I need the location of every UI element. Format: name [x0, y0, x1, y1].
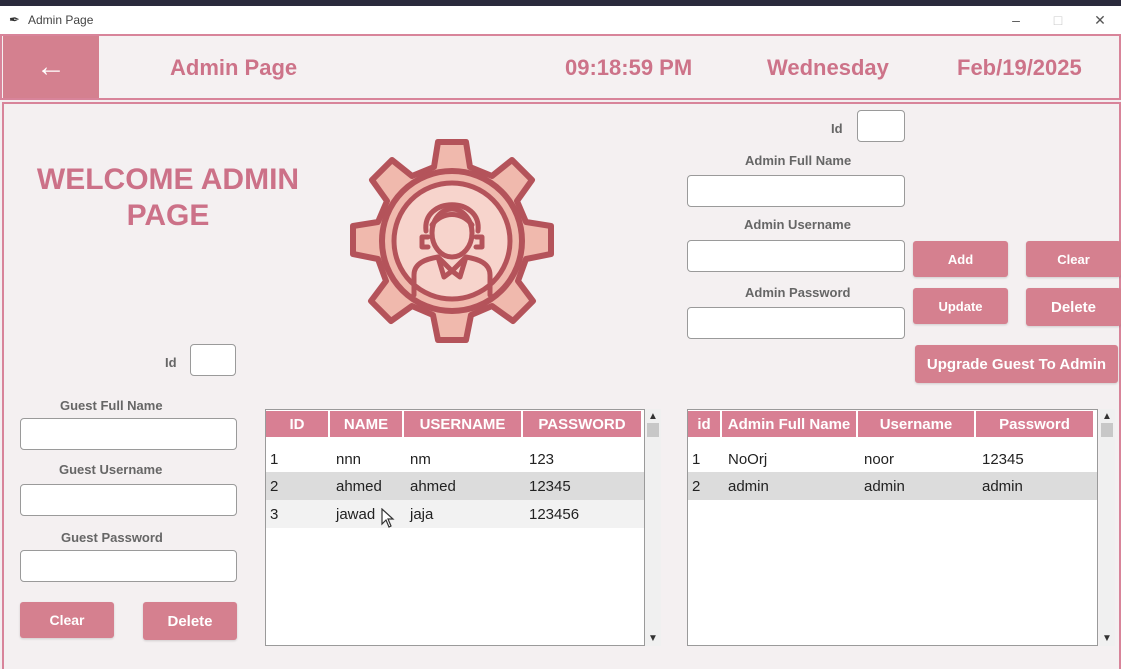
guest-delete-button[interactable]: Delete: [143, 602, 237, 640]
admin-id-input[interactable]: [857, 110, 905, 142]
cell: NoOrj: [728, 450, 768, 468]
guest-clear-button[interactable]: Clear: [20, 602, 114, 638]
guest-col-username[interactable]: USERNAME: [404, 411, 523, 437]
table-row[interactable]: 1 nnn nm 123: [266, 445, 644, 473]
guest-password-input[interactable]: [20, 550, 237, 582]
cell: admin: [728, 477, 769, 495]
admin-password-label: Admin Password: [745, 285, 851, 300]
scroll-up-icon[interactable]: ▲: [1102, 411, 1112, 422]
guest-full-name-label: Guest Full Name: [60, 398, 163, 413]
admin-table-scrollbar[interactable]: ▲ ▼: [1099, 409, 1115, 646]
admin-col-password[interactable]: Password: [976, 411, 1093, 437]
watermark-url: mostaql.com: [488, 592, 602, 614]
admin-username-label: Admin Username: [744, 217, 851, 232]
cell: 123: [529, 450, 555, 468]
table-row[interactable]: 1 NoOrj noor 12345: [688, 445, 1097, 473]
scroll-thumb[interactable]: [647, 423, 659, 437]
table-row[interactable]: 3 jawad jaja 123456: [266, 500, 644, 528]
feather-icon: ✒: [9, 12, 20, 27]
guest-col-id[interactable]: ID: [266, 411, 330, 437]
welcome-line-2: PAGE: [126, 199, 210, 232]
admin-table-header: id Admin Full Name Username Password: [688, 410, 1093, 438]
welcome-line-1: WELCOME ADMIN: [36, 163, 300, 196]
cell: 1: [270, 450, 279, 468]
scroll-thumb[interactable]: [1101, 423, 1113, 437]
cell: nm: [410, 450, 431, 468]
cell: 2: [270, 477, 279, 495]
back-button[interactable]: ←: [3, 36, 99, 98]
scroll-up-icon[interactable]: ▲: [648, 411, 658, 422]
admin-full-name-input[interactable]: [687, 175, 905, 207]
page-title: Admin Page: [170, 55, 298, 80]
admin-delete-button[interactable]: Delete: [1026, 288, 1121, 326]
admin-col-username[interactable]: Username: [858, 411, 976, 437]
admin-col-id[interactable]: id: [688, 411, 722, 437]
scroll-down-icon[interactable]: ▼: [1102, 633, 1112, 644]
header-bar: ← Admin Page 09:18:59 PM Wednesday Feb/1…: [0, 34, 1121, 100]
cell: 12345: [982, 450, 1024, 468]
upgrade-guest-button[interactable]: Upgrade Guest To Admin: [915, 345, 1118, 383]
guest-username-input[interactable]: [20, 484, 237, 516]
admin-id-label: Id: [831, 121, 843, 136]
admin-table[interactable]: id Admin Full Name Username Password 1 N…: [687, 409, 1098, 646]
guest-table-scrollbar[interactable]: ▲ ▼: [645, 409, 661, 646]
guest-username-label: Guest Username: [59, 462, 163, 477]
window-title: Admin Page: [28, 13, 94, 27]
clock-date: Feb/19/2025: [957, 55, 1082, 80]
admin-col-full-name[interactable]: Admin Full Name: [722, 411, 858, 437]
admin-update-button[interactable]: Update: [913, 288, 1008, 324]
table-row[interactable]: 2 ahmed ahmed 12345: [266, 472, 644, 500]
clock-time: 09:18:59 PM: [565, 55, 693, 80]
cell: 1: [692, 450, 701, 468]
admin-password-input[interactable]: [687, 307, 905, 339]
admin-full-name-label: Admin Full Name: [745, 153, 852, 168]
cell: admin: [864, 477, 905, 495]
cell: noor: [864, 450, 895, 468]
guest-col-name[interactable]: NAME: [330, 411, 404, 437]
cell: nnn: [336, 450, 362, 468]
pointer-icon: [381, 507, 395, 533]
guest-col-password[interactable]: PASSWORD: [523, 411, 641, 437]
watermark-arabic: مستقل: [493, 557, 596, 595]
cell: jaja: [410, 505, 434, 523]
gear-person-icon: [350, 139, 554, 343]
minimize-button[interactable]: –: [995, 6, 1037, 34]
guest-full-name-input[interactable]: [20, 418, 237, 450]
maximize-button[interactable]: □: [1037, 6, 1079, 34]
cell: 2: [692, 477, 701, 495]
admin-username-input[interactable]: [687, 240, 905, 272]
clock-day: Wednesday: [767, 55, 889, 80]
cell: admin: [982, 477, 1023, 495]
scroll-down-icon[interactable]: ▼: [648, 633, 658, 644]
welcome-heading: WELCOME ADMIN PAGE: [18, 162, 318, 234]
cell: 3: [270, 505, 279, 523]
table-row[interactable]: 2 admin admin admin: [688, 472, 1097, 500]
guest-id-input[interactable]: [190, 344, 236, 376]
window-controls: – □ ✕: [995, 6, 1121, 34]
cell: ahmed: [410, 477, 456, 495]
admin-clear-button[interactable]: Clear: [1026, 241, 1121, 277]
close-button[interactable]: ✕: [1079, 6, 1121, 34]
cell: 123456: [529, 505, 580, 523]
guest-password-label: Guest Password: [61, 530, 163, 545]
admin-add-button[interactable]: Add: [913, 241, 1008, 277]
cell: 12345: [529, 477, 571, 495]
guest-table-header: ID NAME USERNAME PASSWORD: [266, 410, 641, 438]
guest-id-label: Id: [165, 355, 177, 370]
cell: ahmed: [336, 477, 382, 495]
watermark: مستقل mostaql.com: [488, 556, 601, 615]
window-titlebar: ✒ Admin Page – □ ✕: [0, 6, 1121, 34]
